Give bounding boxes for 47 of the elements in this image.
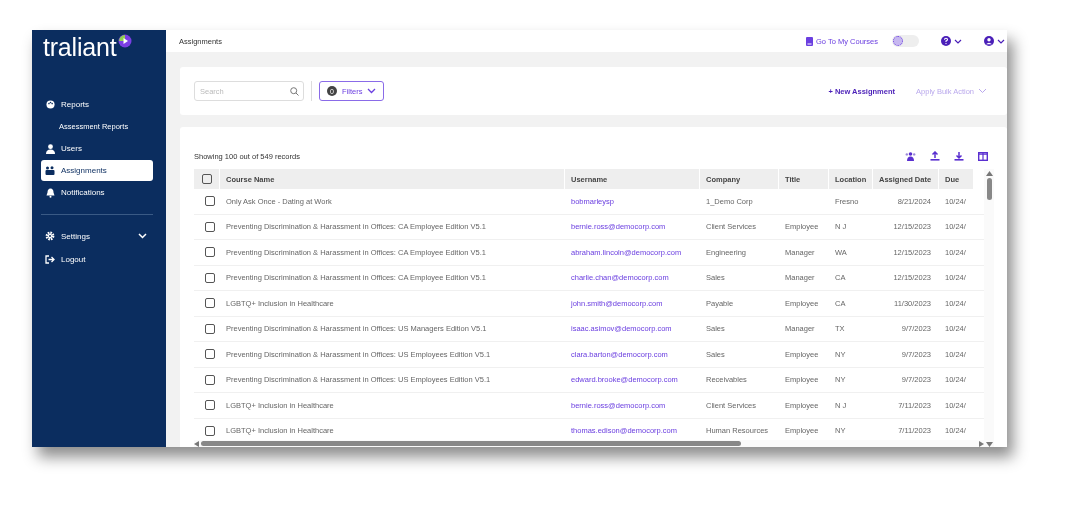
gear-icon: [45, 231, 55, 241]
horizontal-scrollbar[interactable]: [194, 440, 984, 447]
play-logo-icon: [118, 34, 133, 48]
logout-item[interactable]: Logout: [41, 248, 153, 270]
help-menu-button[interactable]: [941, 36, 962, 46]
scroll-up-icon[interactable]: [985, 171, 993, 176]
scroll-left-icon[interactable]: [194, 440, 199, 447]
brand-logo-text: traliant: [43, 32, 117, 62]
people-icon: [45, 166, 55, 175]
settings-item[interactable]: Settings: [41, 225, 153, 247]
user-avatar-icon: [984, 36, 994, 46]
sidebar-item[interactable]: Assignments: [41, 160, 153, 181]
row-checkbox[interactable]: [205, 425, 215, 436]
search-icon: [290, 86, 299, 96]
row-checkbox[interactable]: [205, 196, 215, 207]
scroll-thumb[interactable]: [201, 441, 741, 446]
logout-icon: [45, 254, 55, 264]
scroll-thumb[interactable]: [986, 178, 992, 200]
help-icon: [941, 36, 951, 46]
book-icon: [806, 36, 814, 46]
caret-icon: [978, 88, 987, 94]
theme-toggle[interactable]: [892, 35, 919, 47]
caret-icon: [997, 38, 1005, 44]
sidebar-item[interactable]: Notifications: [41, 182, 153, 203]
vertical-scrollbar[interactable]: [984, 169, 994, 447]
sidebar-item[interactable]: Users: [41, 138, 153, 159]
caret-icon: [367, 88, 377, 94]
columns-icon[interactable]: [978, 152, 988, 161]
people-icon[interactable]: [905, 152, 916, 161]
caret-icon: [954, 38, 962, 44]
select-all-checkbox[interactable]: [201, 174, 212, 184]
account-menu-button[interactable]: [984, 36, 1005, 46]
palette-icon: [45, 100, 55, 109]
scroll-down-icon[interactable]: [985, 442, 993, 447]
row-checkbox[interactable]: [205, 221, 215, 232]
row-checkbox[interactable]: [205, 349, 215, 360]
row-checkbox[interactable]: [205, 272, 215, 283]
user-icon: [45, 143, 55, 154]
row-checkbox[interactable]: [205, 247, 215, 258]
row-checkbox[interactable]: [205, 374, 215, 385]
upload-icon[interactable]: [930, 151, 940, 161]
row-checkbox[interactable]: [205, 400, 215, 411]
download-icon[interactable]: [954, 151, 964, 161]
row-checkbox[interactable]: [205, 298, 215, 309]
bell-icon: [45, 187, 55, 198]
row-checkbox[interactable]: [205, 323, 215, 334]
sidebar-item[interactable]: Reports: [41, 94, 153, 115]
